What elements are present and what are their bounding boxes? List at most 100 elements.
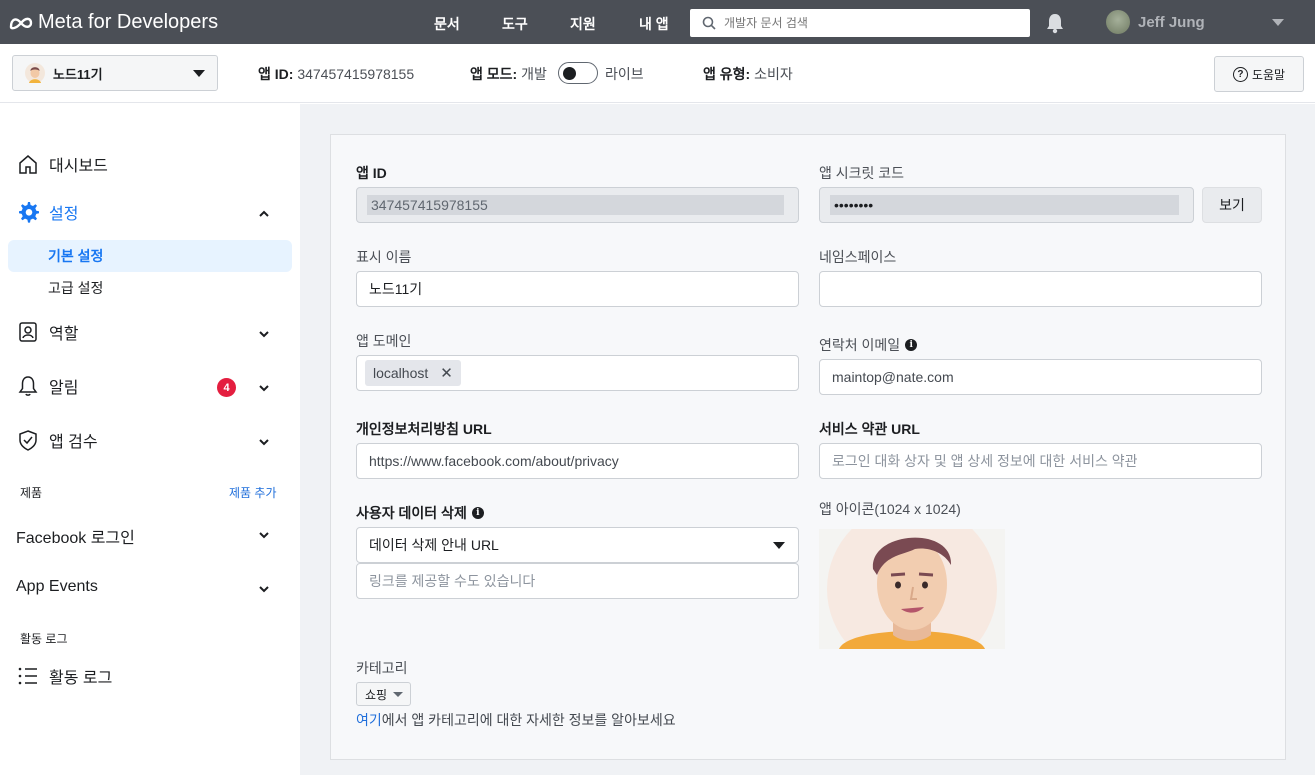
app-id-value: 347457415978155 <box>297 66 415 82</box>
tos-url-label: 서비스 약관 URL <box>819 421 920 437</box>
info-icon[interactable]: i <box>905 339 918 351</box>
display-name-label: 표시 이름 <box>356 249 412 265</box>
app-secret-label: 앱 시크릿 코드 <box>819 165 905 181</box>
app-id-value: 347457415978155 <box>367 195 784 215</box>
app-domain-label: 앱 도메인 <box>356 333 412 349</box>
app-type-value: 소비자 <box>754 66 793 82</box>
app-name: 노드11기 <box>53 66 103 82</box>
app-id-field[interactable]: 347457415978155 <box>356 187 799 223</box>
nav-tools[interactable]: 도구 <box>502 14 528 34</box>
privacy-url-label: 개인정보처리방침 URL <box>356 421 492 437</box>
user-data-deletion-select[interactable]: 데이터 삭제 안내 URL <box>356 527 799 563</box>
user-data-deletion-url-field[interactable]: 링크를 제공할 수도 있습니다 <box>356 563 799 599</box>
app-secret-field[interactable]: •••••••• <box>819 187 1194 223</box>
sidebar-item-label: App Events <box>16 578 98 595</box>
sidebar-item-activity-log[interactable]: 활동 로그 <box>16 664 112 688</box>
contact-email-label: 연락처 이메일 <box>819 337 901 353</box>
app-mode-live: 라이브 <box>605 66 644 82</box>
user-data-deletion-label: 사용자 데이터 삭제 <box>356 505 467 521</box>
sidebar-item-alerts[interactable]: 알림 <box>16 374 78 398</box>
app-domain-field[interactable]: localhost ✕ <box>356 355 799 391</box>
app-selector[interactable]: 노드11기 <box>12 55 218 91</box>
privacy-url-field[interactable]: https://www.facebook.com/about/privacy <box>356 443 799 479</box>
app-type-label: 앱 유형: <box>703 66 751 82</box>
nav-my-apps[interactable]: 내 앱 <box>639 14 669 34</box>
meta-infinity-icon <box>9 17 33 29</box>
basic-settings-card: 앱 ID 347457415978155 앱 시크릿 코드 •••••••• 보… <box>330 134 1286 760</box>
chevron-down-icon[interactable] <box>258 436 270 448</box>
home-icon <box>16 152 40 176</box>
sidebar-item-app-review[interactable]: 앱 검수 <box>16 428 98 452</box>
top-navigation-bar: Meta for Developers 문서 도구 지원 내 앱 Jeff Ju… <box>0 0 1315 44</box>
nav-support[interactable]: 지원 <box>570 14 596 34</box>
help-button[interactable]: ? 도움말 <box>1214 56 1304 92</box>
search-input[interactable] <box>724 16 1014 30</box>
app-id-label: 앱 ID: <box>258 66 294 82</box>
chevron-down-icon[interactable] <box>1272 19 1284 26</box>
meta-logo[interactable]: Meta for Developers <box>8 11 218 34</box>
app-icon-label: 앱 아이콘(1024 x 1024) <box>819 501 961 517</box>
chevron-down-icon[interactable] <box>258 529 270 541</box>
close-icon[interactable]: ✕ <box>440 364 453 382</box>
help-label: 도움말 <box>1251 67 1286 82</box>
avatar <box>1106 10 1130 34</box>
user-data-deletion-label-row: 사용자 데이터 삭제 i <box>356 503 484 523</box>
show-secret-button[interactable]: 보기 <box>1202 187 1262 223</box>
gear-icon <box>16 200 40 224</box>
products-section-label: 제품 <box>20 486 43 500</box>
chevron-down-icon[interactable] <box>258 382 270 394</box>
sidebar-item-label: 고급 설정 <box>48 280 104 296</box>
app-mode-toggle[interactable] <box>558 62 598 84</box>
select-value: 데이터 삭제 안내 URL <box>369 537 499 553</box>
app-id-info: 앱 ID: 347457415978155 <box>258 64 414 84</box>
app-secret-value: •••••••• <box>830 195 1179 215</box>
sidebar-item-label: 역할 <box>49 326 79 343</box>
sidebar-item-label: 알림 <box>49 380 79 397</box>
add-product-link[interactable]: 제품 추가 <box>229 484 277 501</box>
user-name: Jeff Jung <box>1138 13 1205 31</box>
search-box[interactable] <box>690 9 1030 37</box>
app-type-info: 앱 유형: 소비자 <box>703 64 793 84</box>
sidebar-item-label: Facebook 로그인 <box>16 530 135 547</box>
alerts-count-badge: 4 <box>217 378 236 397</box>
app-avatar-icon <box>25 63 45 83</box>
id-badge-icon <box>16 320 40 344</box>
app-mode-label: 앱 모드: <box>470 66 518 82</box>
namespace-field[interactable] <box>819 271 1262 307</box>
sidebar-item-advanced-settings[interactable]: 고급 설정 <box>8 272 292 304</box>
namespace-label: 네임스페이스 <box>819 249 897 265</box>
sidebar-item-label: 앱 검수 <box>49 434 98 451</box>
sidebar-item-facebook-login[interactable]: Facebook 로그인 <box>16 524 135 548</box>
app-mode-info: 앱 모드: 개발 <box>470 64 547 84</box>
help-question-icon: ? <box>1232 66 1248 82</box>
app-icon-image[interactable] <box>819 529 1005 649</box>
sidebar-item-app-events[interactable]: App Events <box>16 578 98 596</box>
bell-icon <box>16 374 40 398</box>
list-icon <box>16 664 40 688</box>
sidebar-item-dashboard[interactable]: 대시보드 <box>16 152 108 176</box>
brand-name: Meta for Developers <box>38 11 219 33</box>
chevron-down-icon <box>393 692 403 697</box>
nav-docs[interactable]: 문서 <box>434 14 460 34</box>
app-id-field-label: 앱 ID <box>356 165 387 181</box>
sidebar-item-basic-settings[interactable]: 기본 설정 <box>8 240 292 272</box>
category-help-link[interactable]: 여기 <box>356 710 382 730</box>
activity-log-section-label: 활동 로그 <box>20 632 68 646</box>
contact-email-field[interactable]: maintop@nate.com <box>819 359 1262 395</box>
category-select[interactable]: 쇼핑 <box>356 682 411 706</box>
info-icon[interactable]: i <box>471 507 484 519</box>
chevron-down-icon[interactable] <box>258 328 270 340</box>
tos-url-field[interactable]: 로그인 대화 상자 및 앱 상세 정보에 대한 서비스 약관 <box>819 443 1262 479</box>
user-menu[interactable]: Jeff Jung <box>1106 10 1205 34</box>
category-label: 카테고리 <box>356 660 408 676</box>
sidebar-item-settings[interactable]: 설정 <box>16 200 78 224</box>
notifications-bell-icon[interactable] <box>1045 12 1065 39</box>
chevron-down-icon <box>773 542 785 549</box>
chevron-up-icon[interactable] <box>258 208 270 220</box>
sidebar-item-roles[interactable]: 역할 <box>16 320 78 344</box>
chevron-down-icon[interactable] <box>258 583 270 595</box>
contact-email-label-row: 연락처 이메일 i <box>819 335 918 355</box>
display-name-field[interactable]: 노드11기 <box>356 271 799 307</box>
sidebar-item-label: 설정 <box>49 206 79 223</box>
main-content: 앱 ID 347457415978155 앱 시크릿 코드 •••••••• 보… <box>300 104 1315 775</box>
